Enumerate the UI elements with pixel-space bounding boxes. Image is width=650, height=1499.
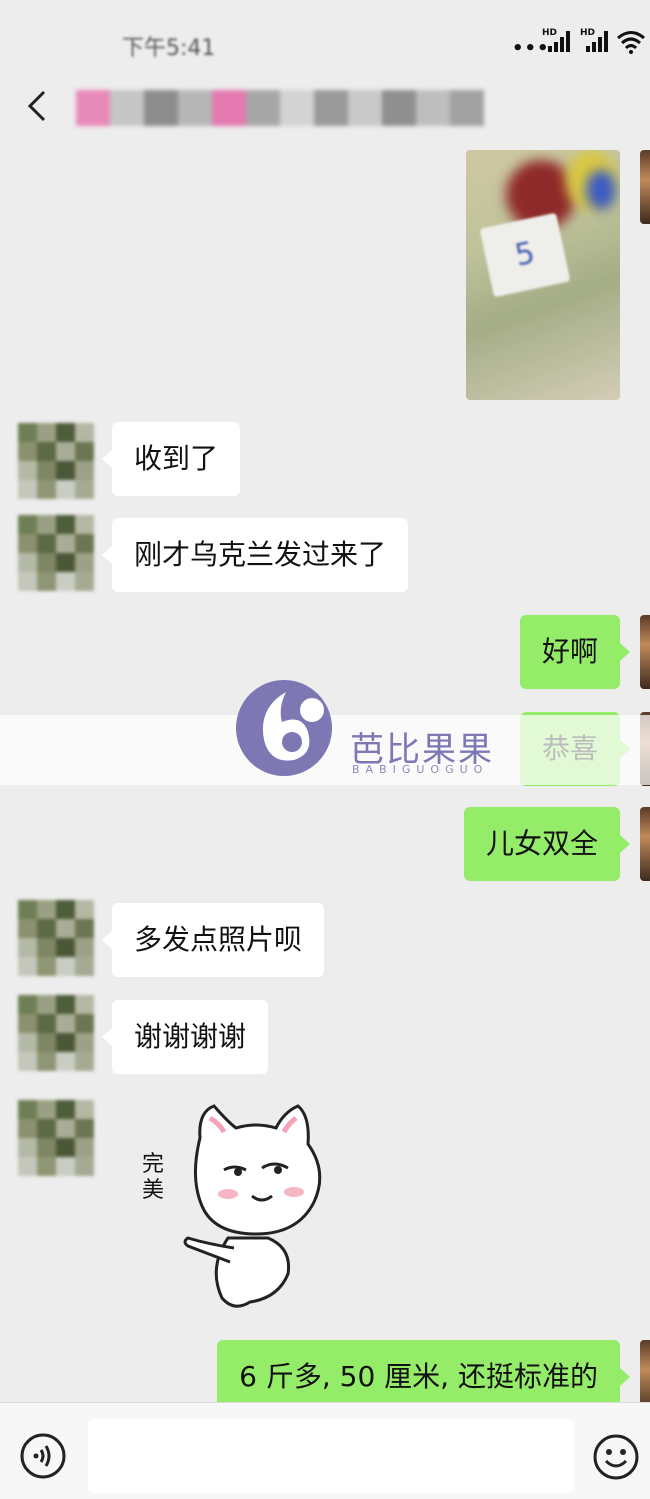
message-bubble-incoming[interactable]: 多发点照片呗 [101,903,325,977]
self-avatar[interactable] [640,807,650,881]
message-bubble-incoming[interactable]: 刚才乌克兰发过来了 [101,518,409,592]
voice-icon[interactable] [20,1433,66,1479]
chat-header [0,70,650,150]
cat-pointing-sticker-icon[interactable] [138,1098,338,1318]
input-bar [0,1402,650,1499]
self-avatar[interactable] [640,615,650,689]
message-bubble-outgoing[interactable]: 好啊 [519,615,631,689]
photo-label-tag: 5 [479,212,571,298]
status-dots: ••• [512,38,550,59]
self-avatar[interactable] [640,150,650,224]
back-arrow-icon[interactable] [18,86,58,126]
signal-icon-1 [548,30,570,52]
wifi-icon [617,31,645,54]
watermark-logo-icon [236,680,332,776]
status-time: 下午5:41 [122,36,216,61]
message-bubble-incoming[interactable]: 收到了 [101,422,241,496]
photo-message[interactable]: 5 [466,150,620,400]
message-bubble-outgoing[interactable]: 儿女双全 [463,807,631,881]
contact-avatar[interactable] [18,900,94,976]
message-bubble-incoming[interactable]: 谢谢谢谢 [101,1000,269,1074]
chat-title-redacted [76,90,484,126]
watermark-subtitle: BABIGUOGUO [352,763,489,776]
contact-avatar[interactable] [18,423,94,499]
emoji-icon[interactable] [592,1433,640,1481]
message-input[interactable] [88,1419,574,1493]
status-bar: 下午5:41 ••• HD HD [0,0,650,70]
contact-avatar[interactable] [18,1100,94,1176]
contact-avatar[interactable] [18,515,94,591]
contact-avatar[interactable] [18,995,94,1071]
signal-icon-2 [586,30,608,52]
